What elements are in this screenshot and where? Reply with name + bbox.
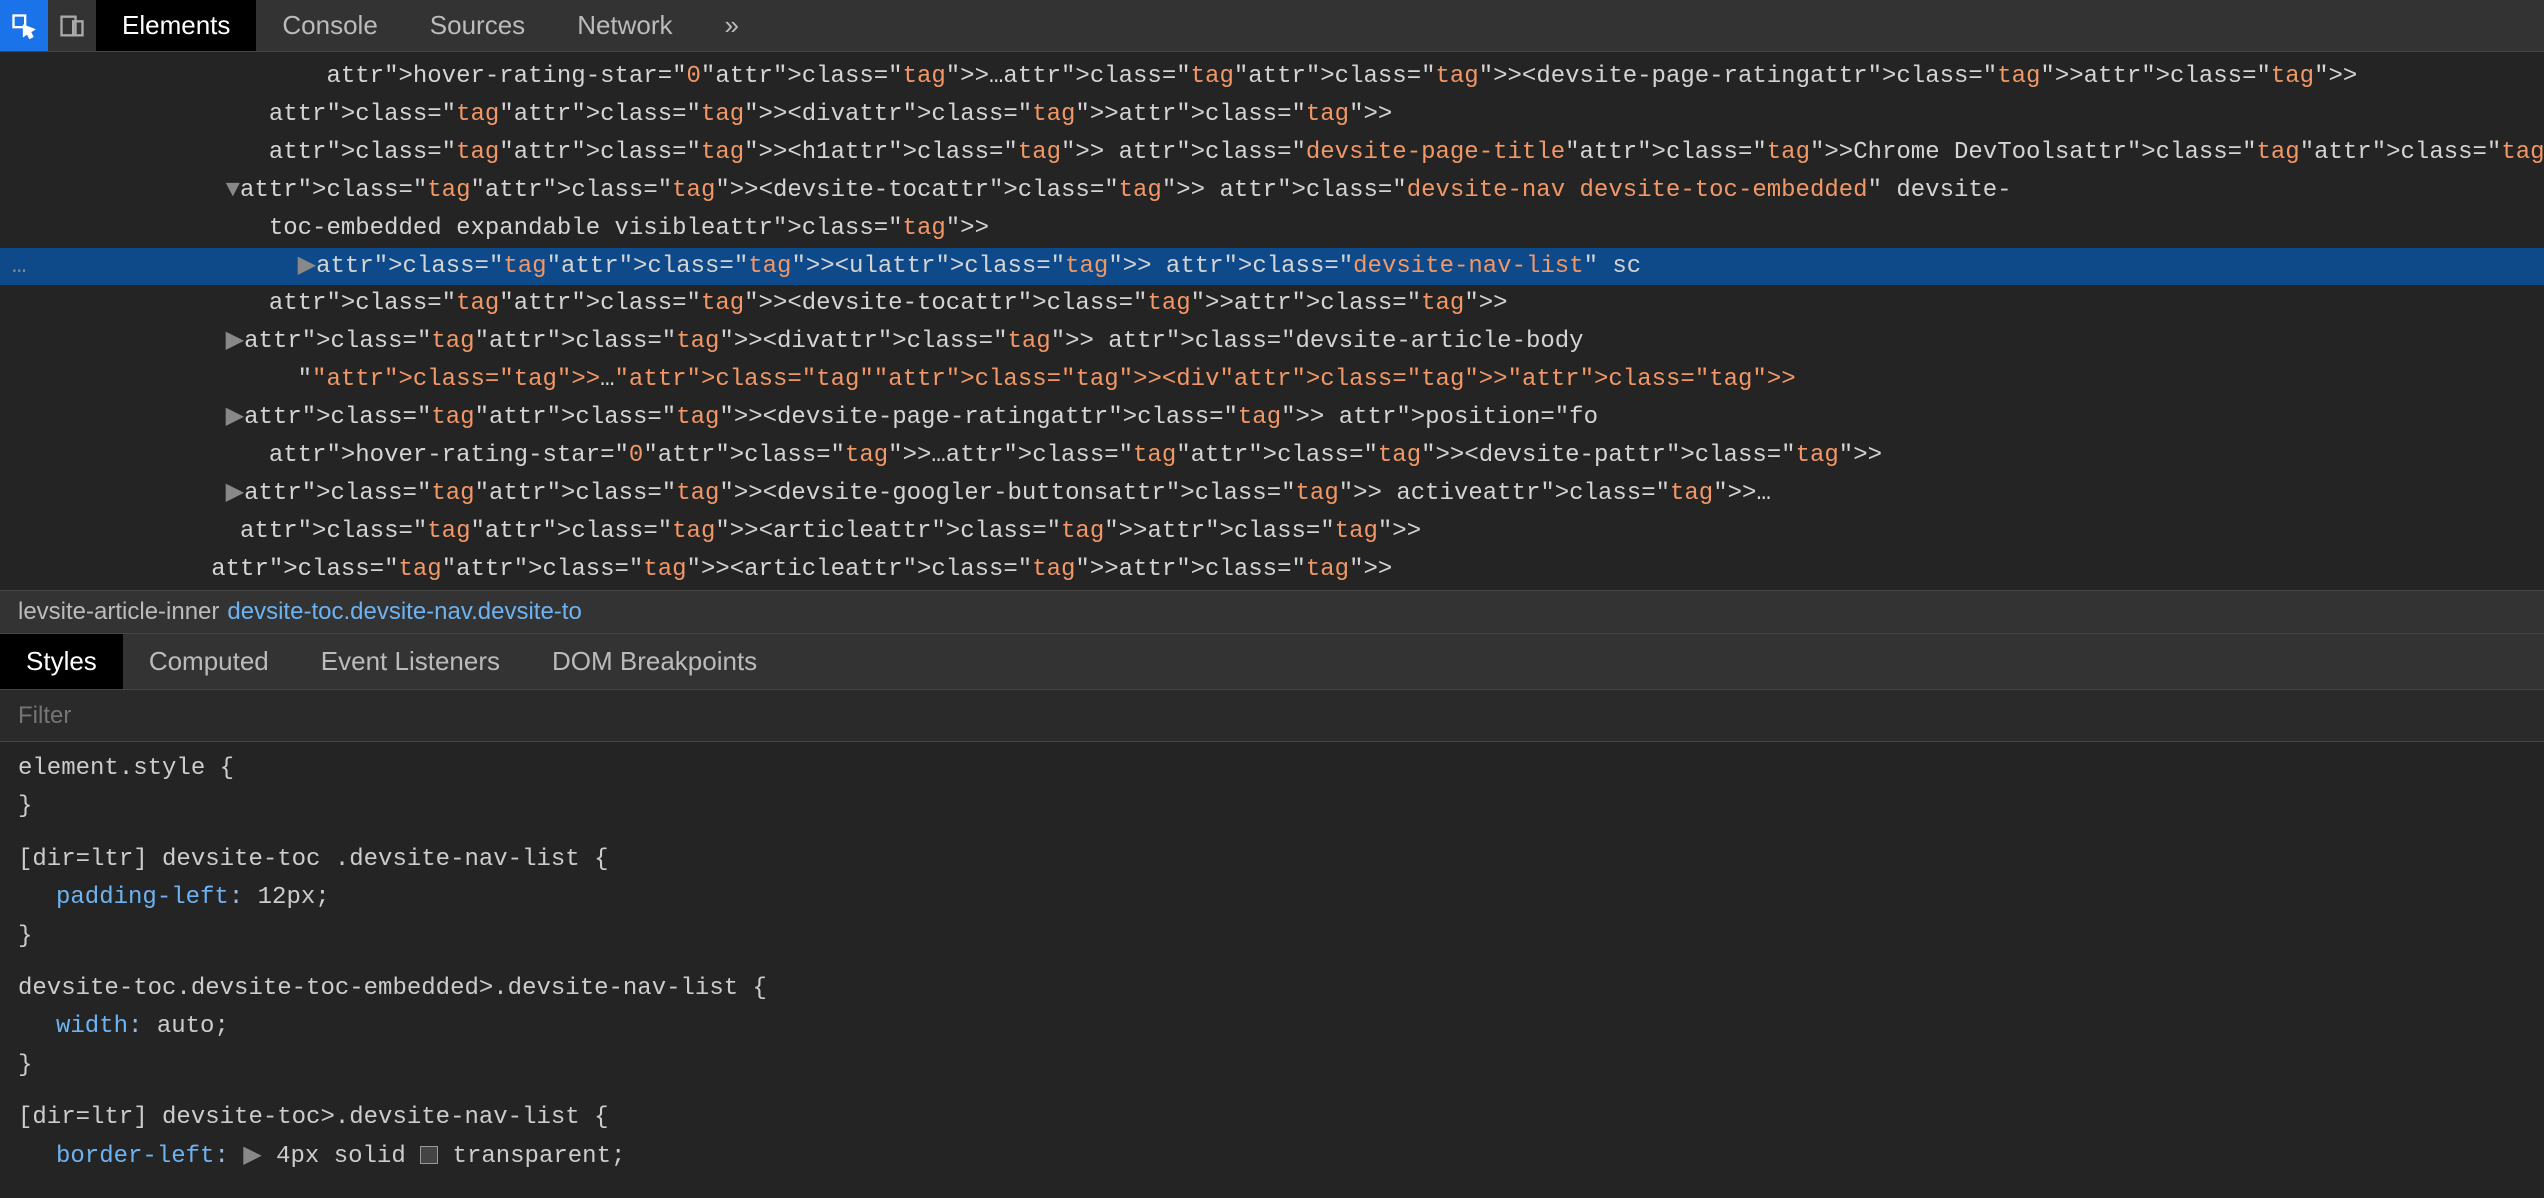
css-rule[interactable]: [dir=ltr] devsite-toc>.devsite-nav-list … [18, 1099, 2544, 1176]
dom-tree-line[interactable]: … ▶attr">class="tag"attr">class="tag">><… [0, 248, 2544, 286]
styles-panel[interactable]: element.style {} [dir=ltr] devsite-toc .d… [0, 742, 2544, 1198]
dom-tree-line[interactable]: attr">class="tag"attr">class="tag">><art… [0, 513, 2544, 551]
dom-tree-line[interactable]: attr">hover-rating-star="0"attr">class="… [0, 58, 2544, 96]
crumb-item-active[interactable]: devsite-toc.devsite-nav.devsite-to [227, 598, 581, 626]
tab-elements[interactable]: Elements [96, 0, 256, 51]
tab-computed[interactable]: Computed [123, 634, 295, 689]
devtools-pane: Elements Console Sources Network » ✕ 1 ⋮… [0, 0, 2544, 1198]
styles-filter-input[interactable] [18, 702, 2544, 730]
tabs-overflow-button[interactable]: » [699, 0, 765, 51]
dom-tree-line[interactable]: toc-embedded expandable visibleattr">cla… [0, 210, 2544, 248]
dom-tree-line[interactable]: attr">class="tag"attr">class="tag">><div… [0, 96, 2544, 134]
tab-event-listeners[interactable]: Event Listeners [295, 634, 526, 689]
dom-tree-line[interactable]: ▶attr">class="tag"attr">class="tag">><de… [0, 475, 2544, 513]
tab-dom-breakpoints[interactable]: DOM Breakpoints [526, 634, 783, 689]
inspect-element-button[interactable] [0, 0, 48, 51]
dom-tree-line[interactable]: attr">class="tag"attr">class="tag">><art… [0, 551, 2544, 589]
dom-tree-line[interactable]: ▶attr">class="tag"attr">class="tag">><di… [0, 323, 2544, 361]
dom-tree-panel[interactable]: attr">hover-rating-star="0"attr">class="… [0, 52, 2544, 590]
styles-filter-row: + [0, 690, 2544, 742]
tab-console[interactable]: Console [256, 0, 403, 51]
tab-styles[interactable]: Styles [0, 634, 123, 689]
devtools-toolbar: Elements Console Sources Network » ✕ 1 ⋮… [0, 0, 2544, 52]
tab-network[interactable]: Network [551, 0, 698, 51]
dom-breadcrumbs: levsite-article-inner devsite-toc.devsit… [0, 590, 2544, 634]
dom-tree-line[interactable]: ▼attr">class="tag"attr">class="tag">><de… [0, 172, 2544, 210]
css-rule[interactable]: [dir=ltr] devsite-toc .devsite-nav-list … [18, 841, 2544, 956]
tab-sources[interactable]: Sources [404, 0, 551, 51]
styles-tabs: Styles Computed Event Listeners DOM Brea… [0, 634, 2544, 690]
device-toolbar-button[interactable] [48, 0, 96, 51]
css-rule[interactable]: element.style {} [18, 750, 2544, 827]
dom-tree-line[interactable]: attr">hover-rating-star="0"attr">class="… [0, 437, 2544, 475]
css-rule[interactable]: devsite-toc.devsite-toc-embedded>.devsit… [18, 970, 2544, 1085]
dom-tree-line[interactable]: ""attr">class="tag">>…"attr">class="tag"… [0, 361, 2544, 399]
dom-tree-line[interactable]: attr">class="tag"attr">class="tag">><dev… [0, 285, 2544, 323]
dom-tree-line[interactable]: attr">class="tag"attr">class="tag">><h1a… [0, 134, 2544, 172]
dom-tree-line[interactable]: ▶attr">class="tag"attr">class="tag">><de… [0, 399, 2544, 437]
devtools-tabs: Elements Console Sources Network » [96, 0, 765, 51]
crumb-item[interactable]: levsite-article-inner [18, 598, 219, 626]
